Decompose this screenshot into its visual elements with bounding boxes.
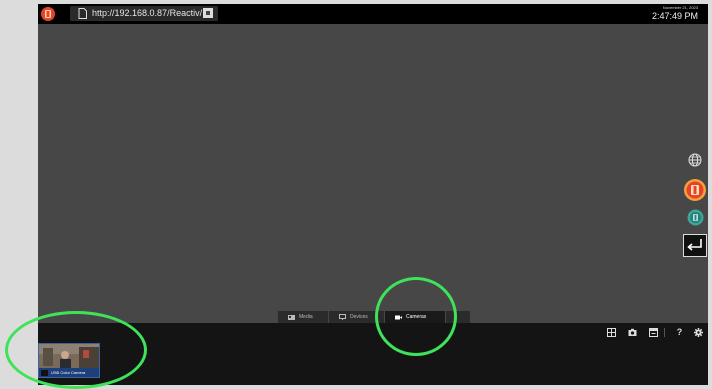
gear-icon[interactable] — [694, 328, 703, 337]
reactiv-alt-logo-icon[interactable] — [687, 209, 704, 226]
media-icon — [288, 314, 295, 320]
tab-devices[interactable]: Devices — [329, 311, 384, 323]
tab-extra[interactable] — [446, 311, 470, 323]
toolbar-divider — [664, 328, 665, 337]
camera-thumbnail[interactable]: USB Color Camera — [38, 343, 100, 378]
url-bar[interactable]: http://192.168.0.87/Reactiv/ — [70, 6, 218, 21]
reactiv-logo-icon[interactable] — [40, 6, 56, 22]
grid-icon[interactable] — [607, 328, 616, 337]
tab-cameras[interactable]: Cameras — [385, 311, 445, 323]
camera-snapshot-icon[interactable] — [628, 328, 637, 337]
reactiv-logo-icon[interactable] — [683, 178, 707, 202]
tab-cameras-label: Cameras — [406, 314, 427, 320]
document-icon — [78, 8, 87, 19]
app-screen: http://192.168.0.87/Reactiv/ November 21… — [38, 4, 708, 385]
monitor-icon — [339, 314, 346, 320]
tab-devices-label: Devices — [350, 314, 368, 320]
help-icon[interactable]: ? — [675, 328, 684, 337]
window-icon[interactable] — [649, 328, 658, 337]
return-icon[interactable] — [683, 234, 707, 257]
camera-icon — [395, 315, 402, 319]
camera-icon — [41, 370, 48, 376]
bottom-bar: ? USB Color Camera — [38, 323, 708, 385]
url-text: http://192.168.0.87/Reactiv/ — [92, 8, 203, 18]
tab-media[interactable]: Media — [278, 311, 328, 323]
globe-icon[interactable] — [688, 153, 702, 167]
top-bar: http://192.168.0.87/Reactiv/ November 21… — [38, 4, 708, 24]
clock-time: 2:47:49 PM — [651, 11, 698, 21]
qr-code-icon[interactable] — [203, 8, 213, 18]
thumbnail-label: USB Color Camera — [51, 370, 86, 375]
clock-date: November 21, 2023 — [662, 5, 698, 10]
tab-media-label: Media — [299, 314, 313, 320]
